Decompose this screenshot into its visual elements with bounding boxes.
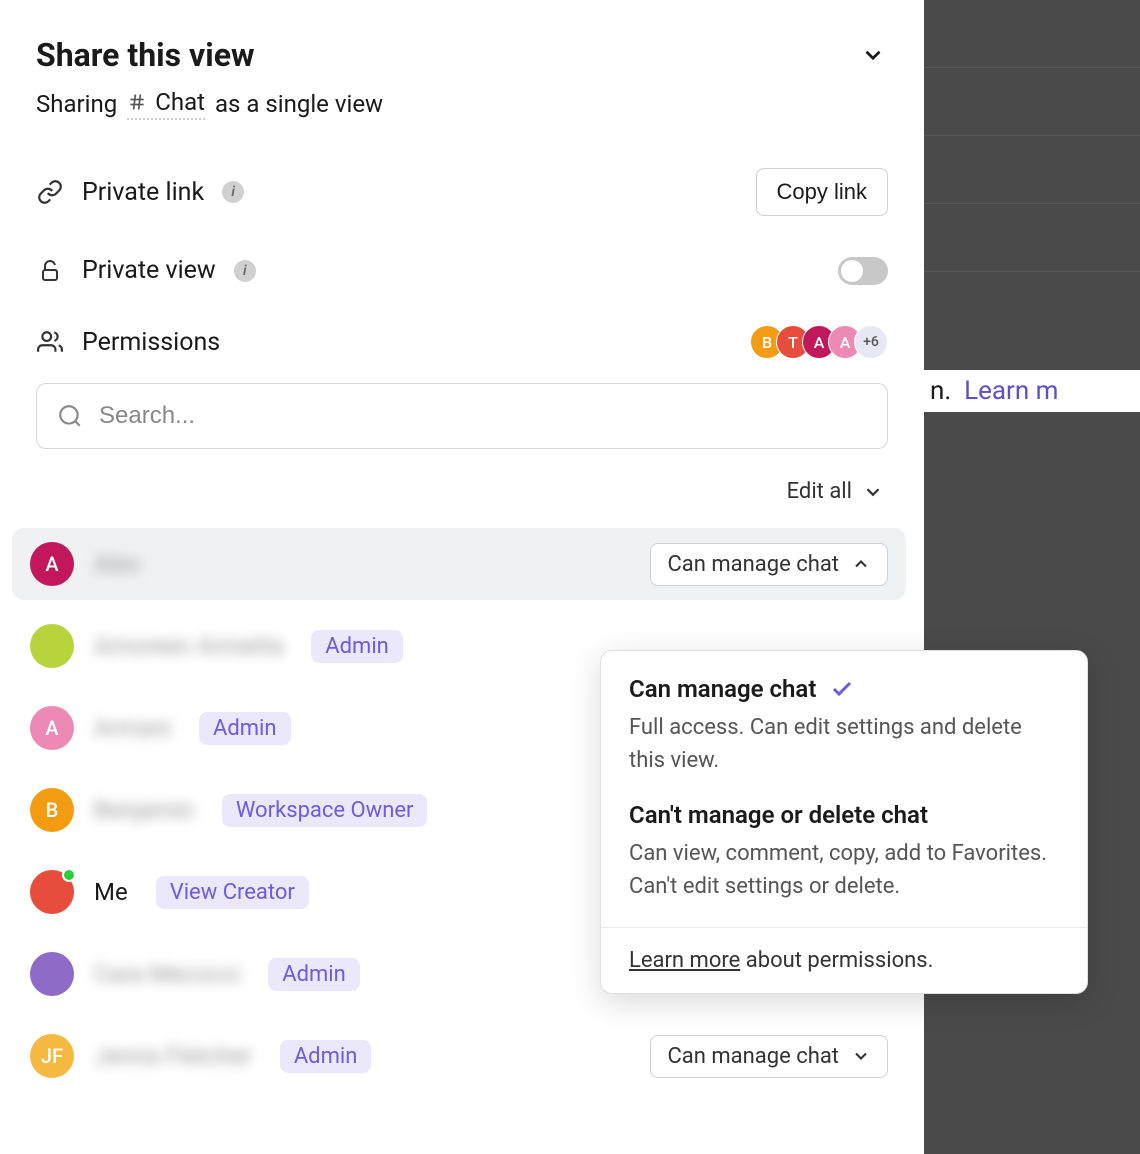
role-badge: Admin [311,630,403,663]
user-name: Amoreen Armetta [94,632,283,660]
chevron-down-icon [862,481,884,503]
toggle-knob [841,260,863,282]
permissions-label: Permissions [82,328,220,357]
avatar [30,870,74,914]
role-badge: Admin [280,1040,372,1073]
learn-more-link[interactable]: Learn more [629,948,740,973]
private-view-row: Private view i [36,256,888,285]
permission-dropdown[interactable]: Can manage chat [650,1035,888,1078]
edit-all-button[interactable]: Edit all [36,479,888,504]
collapse-button[interactable] [858,40,888,70]
option-description: Full access. Can edit settings and delet… [629,711,1059,777]
user-row[interactable]: JF Jenna Fletcher Admin Can manage chat [12,1020,906,1092]
edit-all-label: Edit all [787,479,852,504]
private-view-label: Private view [82,256,216,285]
permission-option[interactable]: Can manage chat Full access. Can edit set… [629,675,1059,777]
user-name: Me [94,878,128,906]
private-view-toggle[interactable] [838,257,888,285]
permission-option[interactable]: Can't manage or delete chat Can view, com… [629,801,1059,903]
check-icon [830,677,854,701]
search-input[interactable] [99,402,867,430]
chevron-down-icon [851,1046,871,1066]
role-badge: Workspace Owner [222,794,428,827]
permissions-row: Permissions BTAA+6 [36,325,888,359]
avatar-more[interactable]: +6 [854,325,888,359]
background-text: n. Learn m [924,370,1140,412]
chevron-up-icon [851,554,871,574]
people-icon [36,328,64,356]
subtitle-suffix: as a single view [215,90,383,118]
hash-icon [127,92,147,112]
user-name: Jenna Fletcher [94,1042,252,1070]
option-title: Can't manage or delete chat [629,801,928,829]
role-badge: View Creator [156,876,309,909]
user-name: Cara Mecocci [94,960,240,988]
avatar: A [30,706,74,750]
lock-icon [36,257,64,285]
link-icon [36,178,64,206]
view-chip[interactable]: Chat [127,88,205,120]
user-name: Benjamin [94,796,194,824]
info-icon[interactable]: i [222,181,244,203]
role-badge: Admin [199,712,291,745]
avatar [30,952,74,996]
avatar: A [30,542,74,586]
option-title: Can manage chat [629,675,816,703]
user-name: Alex [94,550,140,578]
option-description: Can view, comment, copy, add to Favorite… [629,837,1059,903]
permission-label: Can manage chat [667,1044,839,1069]
search-box[interactable] [36,383,888,449]
info-icon[interactable]: i [234,260,256,282]
popover-footer-text: about permissions. [740,948,933,973]
search-icon [57,403,83,429]
subtitle: Sharing Chat as a single view [36,88,888,120]
private-link-row: Private link i Copy link [36,168,888,216]
view-name: Chat [155,88,205,116]
permissions-popover: Can manage chat Full access. Can edit set… [600,650,1088,994]
panel-title: Share this view [36,36,254,74]
role-badge: Admin [268,958,360,991]
subtitle-prefix: Sharing [36,90,117,118]
presence-indicator [62,868,76,882]
private-link-label: Private link [82,178,204,207]
avatar: B [30,788,74,832]
permission-label: Can manage chat [667,552,839,577]
avatars-stack[interactable]: BTAA+6 [750,325,888,359]
chevron-down-icon [860,42,886,68]
user-name: Armani [94,714,171,742]
permission-dropdown[interactable]: Can manage chat [650,543,888,586]
avatar: JF [30,1034,74,1078]
user-row[interactable]: A Alex Can manage chat [12,528,906,600]
avatar [30,624,74,668]
popover-footer: Learn more about permissions. [601,927,1087,993]
copy-link-button[interactable]: Copy link [756,168,888,216]
